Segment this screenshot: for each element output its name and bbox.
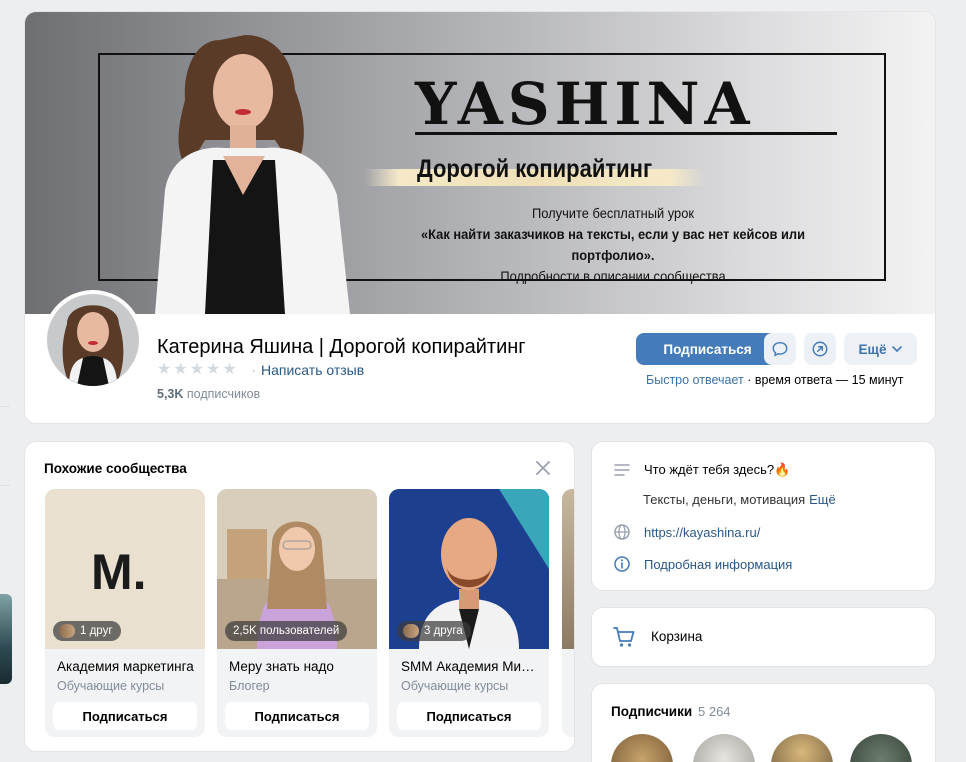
community-name: Катерина Яшина | Дорогой копирайтинг bbox=[157, 336, 526, 358]
community-name: SMM Академия Ми… bbox=[401, 659, 535, 674]
cover-portrait bbox=[155, 35, 350, 314]
message-icon bbox=[772, 341, 788, 357]
description-text: Тексты, деньги, мотивация bbox=[643, 492, 806, 507]
star-icon: ★ bbox=[222, 361, 237, 378]
star-icon: ★ bbox=[157, 361, 172, 378]
similar-communities-card: Похожие сообщества M. 1 друг Академия ма… bbox=[24, 441, 575, 752]
message-button[interactable] bbox=[764, 333, 796, 365]
promo-line-3: Подробности в описании сообщества bbox=[500, 268, 726, 284]
profile-card: YASHINA Дорогой копирайтинг Получите бес… bbox=[24, 11, 936, 424]
subscribe-button[interactable]: Подписаться bbox=[53, 702, 197, 730]
info-card: Что ждёт тебя здесь?🔥 Тексты, деньги, мо… bbox=[591, 441, 936, 591]
community-card-peek[interactable] bbox=[562, 489, 574, 737]
subscribe-button[interactable]: Подписаться bbox=[397, 702, 541, 730]
share-button[interactable] bbox=[804, 333, 836, 365]
cart-icon bbox=[613, 627, 635, 647]
subscribe-button[interactable]: Подписаться bbox=[225, 702, 369, 730]
show-more-link[interactable]: Ещё bbox=[809, 492, 836, 507]
friends-avatars bbox=[59, 624, 75, 638]
follower-avatar[interactable] bbox=[693, 734, 755, 762]
write-review-link[interactable]: Написать отзыв bbox=[261, 362, 364, 378]
followers-card: Подписчики 5 264 bbox=[591, 683, 936, 762]
info-icon bbox=[612, 554, 632, 574]
response-fast: Быстро отвечает bbox=[646, 373, 744, 387]
cover-promo: Получите бесплатный урок «Как найти зака… bbox=[383, 203, 843, 287]
subscribers-label: подписчиков bbox=[186, 387, 261, 401]
close-icon bbox=[536, 461, 550, 475]
cover-image: YASHINA Дорогой копирайтинг Получите бес… bbox=[25, 12, 935, 314]
community-image bbox=[562, 489, 574, 649]
separator-dot: · bbox=[747, 373, 755, 387]
cover-brand: YASHINA bbox=[415, 70, 755, 138]
website-link[interactable]: https://kayashina.ru/ bbox=[644, 525, 760, 540]
promo-line-1: Получите бесплатный урок bbox=[531, 205, 695, 221]
star-icon: ★ bbox=[206, 361, 221, 378]
website-row[interactable]: https://kayashina.ru/ bbox=[612, 522, 760, 542]
friends-avatars bbox=[403, 624, 419, 638]
community-category: Обучающие курсы bbox=[57, 679, 165, 693]
rail-divider bbox=[0, 485, 10, 486]
cart-label: Корзина bbox=[651, 629, 703, 644]
follower-avatar[interactable] bbox=[611, 734, 673, 762]
rating-stars[interactable]: ★ ★ ★ ★ ★ bbox=[157, 362, 237, 378]
badge-text: 1 друг bbox=[80, 625, 113, 637]
cover-tagline: Дорогой копирайтинг bbox=[417, 155, 653, 183]
description-title: Что ждёт тебя здесь?🔥 bbox=[644, 462, 791, 477]
response-info: Быстро отвечает · время ответа — 15 мину… bbox=[646, 373, 903, 387]
friends-badge: 3 друга bbox=[397, 621, 471, 641]
subscribe-button[interactable]: Подписаться bbox=[636, 333, 779, 365]
separator-dot: · bbox=[252, 363, 256, 377]
brand-underline bbox=[415, 132, 837, 135]
followers-count: 5 264 bbox=[698, 704, 731, 719]
chevron-down-icon bbox=[892, 346, 903, 352]
response-time: время ответа — 15 минут bbox=[754, 373, 904, 387]
community-name: Академия маркетинга bbox=[57, 659, 194, 674]
community-logo: M. bbox=[91, 544, 147, 600]
details-link[interactable]: Подробная информация bbox=[644, 557, 792, 572]
star-icon: ★ bbox=[189, 361, 205, 378]
community-card[interactable]: 3 друга SMM Академия Ми… Обучающие курсы… bbox=[389, 489, 549, 737]
left-rail bbox=[0, 0, 14, 762]
description-icon bbox=[612, 460, 632, 480]
more-label: Ещё bbox=[858, 341, 887, 357]
similar-title: Похожие сообщества bbox=[44, 461, 187, 476]
description-text-row: Тексты, деньги, мотивация Ещё bbox=[643, 492, 836, 507]
badge-text: 3 друга bbox=[424, 625, 463, 637]
friends-badge: 1 друг bbox=[53, 621, 121, 641]
rail-divider bbox=[0, 406, 10, 407]
badge-text: 2,5K пользователей bbox=[233, 625, 340, 637]
share-arrow-icon bbox=[812, 341, 828, 357]
description-row: Что ждёт тебя здесь?🔥 bbox=[612, 460, 790, 480]
rail-thumbnail[interactable] bbox=[0, 594, 12, 684]
avatar-image bbox=[47, 294, 139, 386]
community-category: Блогер bbox=[229, 679, 270, 693]
follower-avatar[interactable] bbox=[771, 734, 833, 762]
more-button[interactable]: Ещё bbox=[844, 333, 917, 365]
promo-line-2: «Как найти заказчиков на тексты, если у … bbox=[420, 226, 806, 263]
community-name: Меру знать надо bbox=[229, 659, 334, 674]
follower-avatar[interactable] bbox=[850, 734, 912, 762]
community-category: Обучающие курсы bbox=[401, 679, 509, 693]
followers-title[interactable]: Подписчики bbox=[611, 704, 692, 719]
close-button[interactable] bbox=[533, 458, 553, 478]
cart-card[interactable]: Корзина bbox=[591, 607, 936, 667]
users-badge: 2,5K пользователей bbox=[225, 621, 348, 641]
community-card[interactable]: M. 1 друг Академия маркетинга Обучающие … bbox=[45, 489, 205, 737]
subscribers-number: 5,3K bbox=[157, 387, 184, 401]
avatar[interactable] bbox=[43, 290, 143, 390]
globe-icon bbox=[612, 522, 632, 542]
subscribers-count[interactable]: 5,3K подписчиков bbox=[157, 387, 260, 401]
details-row[interactable]: Подробная информация bbox=[612, 554, 792, 574]
community-card[interactable]: 2,5K пользователей Меру знать надо Блоге… bbox=[217, 489, 377, 737]
star-icon: ★ bbox=[173, 361, 188, 378]
